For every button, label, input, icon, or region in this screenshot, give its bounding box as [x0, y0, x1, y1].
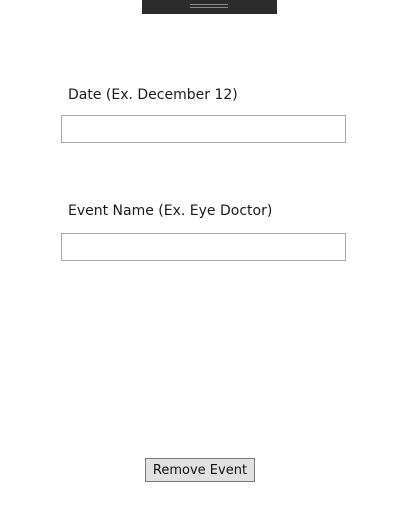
window-drag-handle[interactable] [142, 0, 277, 14]
remove-event-button[interactable]: Remove Event [145, 458, 255, 482]
grip-line-icon [190, 4, 228, 5]
date-label: Date (Ex. December 12) [68, 87, 238, 103]
event-name-label: Event Name (Ex. Eye Doctor) [68, 203, 273, 219]
date-input[interactable] [61, 115, 346, 143]
grip-line-icon [190, 7, 228, 8]
event-name-input[interactable] [61, 233, 346, 261]
